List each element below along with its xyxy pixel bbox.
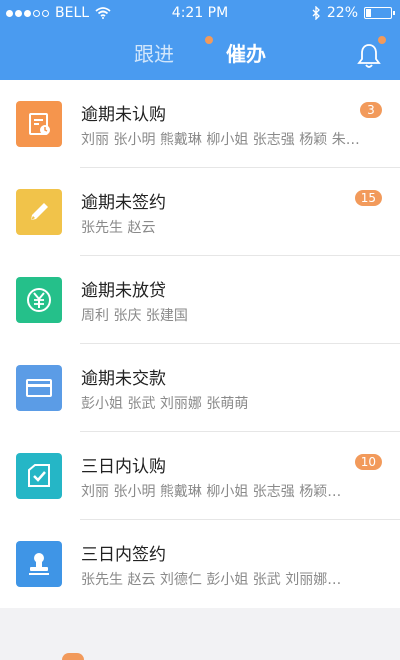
battery-percent: 22% — [326, 5, 358, 21]
app-header: BELL 4:21 PM 22% 跟进 催办 — [0, 0, 400, 80]
yuan-icon — [27, 288, 51, 312]
icon-box — [16, 541, 62, 587]
list-item-overdue-signing[interactable]: 逾期未签约 张先生 赵云 15 — [0, 168, 400, 256]
icon-box — [16, 189, 62, 235]
battery-icon — [364, 7, 395, 19]
tab-follow-up[interactable]: 跟进 — [134, 38, 174, 67]
count-badge: 15 — [354, 190, 382, 206]
item-names: 彭小姐 张武 刘丽娜 张萌萌 — [81, 396, 249, 412]
stamp-icon — [29, 553, 49, 575]
urge-list: 逾期未认购 刘丽 张小明 熊戴琳 柳小姐 张志强 杨颖 朱… 3 逾期未签约 张… — [0, 80, 400, 608]
checkbox-icon — [28, 464, 50, 487]
count-badge: 3 — [360, 102, 382, 118]
card-icon — [26, 379, 52, 397]
item-names: 刘丽 张小明 熊戴琳 柳小姐 张志强 杨颖 朱… — [81, 132, 360, 148]
icon-box — [16, 453, 62, 499]
item-title: 三日内签约 — [81, 545, 166, 565]
item-title: 三日内认购 — [81, 457, 166, 477]
item-names: 张先生 赵云 — [81, 220, 156, 236]
bell-notification-dot — [378, 36, 386, 44]
tab-urge[interactable]: 催办 — [226, 38, 266, 67]
battery-level — [366, 9, 372, 17]
tab-bar: 跟进 催办 — [0, 34, 400, 74]
item-title: 逾期未认购 — [81, 105, 166, 125]
list-item-overdue-loan[interactable]: 逾期未放贷 周利 张庆 张建国 — [0, 256, 400, 344]
bluetooth-icon — [312, 6, 320, 20]
count-badge: 10 — [354, 454, 382, 470]
bell-icon[interactable] — [356, 42, 382, 70]
item-title: 逾期未交款 — [81, 369, 166, 389]
list-item-three-day-subscription[interactable]: 三日内认购 刘丽 张小明 熊戴琳 柳小姐 张志强 杨颖… 10 — [0, 432, 400, 520]
list-item-overdue-payment[interactable]: 逾期未交款 彭小姐 张武 刘丽娜 张萌萌 — [0, 344, 400, 432]
icon-box — [16, 277, 62, 323]
icon-box — [16, 365, 62, 411]
tab-notification-dot — [205, 36, 213, 44]
list-item-three-day-signing[interactable]: 三日内签约 张先生 赵云 刘德仁 彭小姐 张武 刘丽娜… — [0, 520, 400, 608]
item-names: 张先生 赵云 刘德仁 彭小姐 张武 刘丽娜… — [81, 572, 342, 588]
item-title: 逾期未签约 — [81, 193, 166, 213]
bottom-badge — [62, 653, 84, 660]
icon-box — [16, 101, 62, 147]
item-names: 刘丽 张小明 熊戴琳 柳小姐 张志强 杨颖… — [81, 484, 342, 500]
calendar-clock-icon — [29, 113, 50, 135]
pencil-icon — [31, 203, 48, 220]
item-title: 逾期未放贷 — [81, 281, 166, 301]
item-names: 周利 张庆 张建国 — [81, 308, 188, 324]
status-bar: BELL 4:21 PM 22% — [0, 0, 400, 26]
status-right: 22% — [312, 5, 395, 21]
list-item-overdue-subscription[interactable]: 逾期未认购 刘丽 张小明 熊戴琳 柳小姐 张志强 杨颖 朱… 3 — [0, 80, 400, 168]
